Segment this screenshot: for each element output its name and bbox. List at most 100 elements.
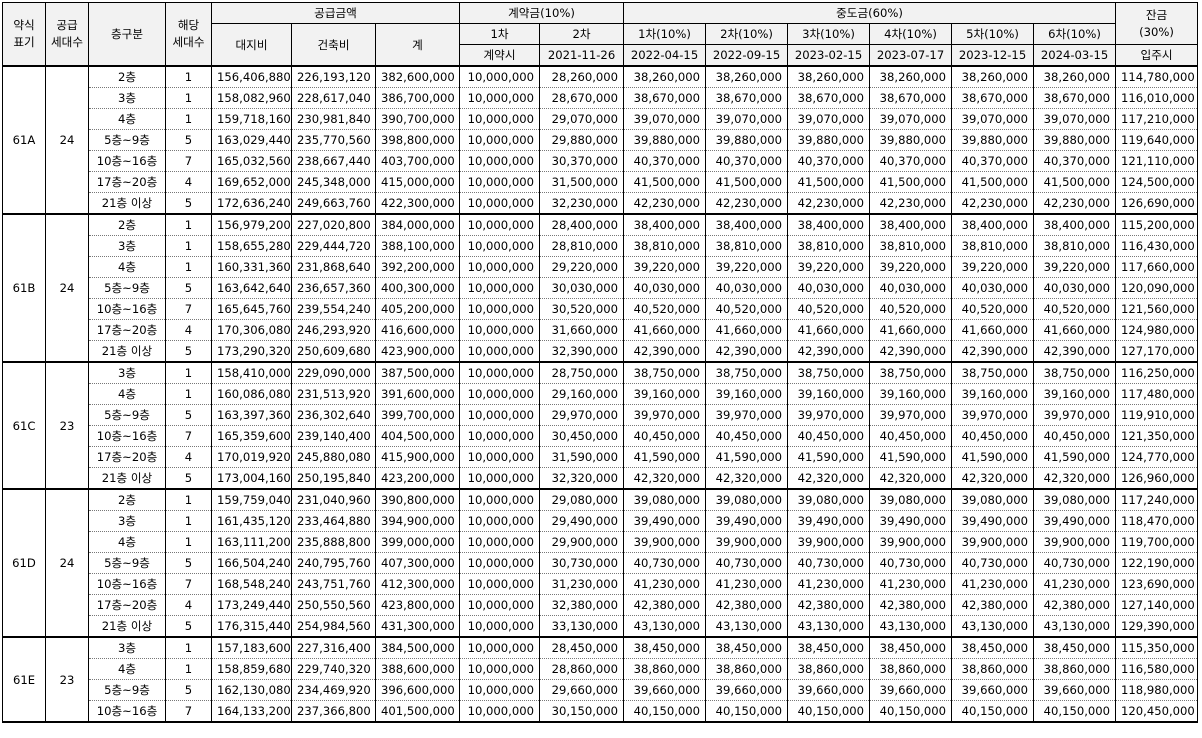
interim-4-cell: 38,670,000	[869, 87, 953, 109]
table-body: 61A 24 2층 1 156,406,880 226,193,120 382,600,00…	[2, 65, 1199, 723]
total-price-cell: 388,100,000	[375, 235, 460, 257]
deposit-2-cell: 30,730,000	[538, 552, 625, 574]
count-cell: 7	[165, 298, 212, 320]
table-row: 21층 이상 5 173,290,320 250,609,680 423,900,000…	[3, 340, 1199, 363]
header-supply-units-text: 공급 세대수	[51, 18, 83, 49]
balance-cell: 124,500,000	[1115, 171, 1199, 193]
interim-1-cell: 39,660,000	[623, 679, 707, 701]
deposit-1-cell: 10,000,000	[459, 552, 540, 574]
interim-2-cell: 39,490,000	[705, 510, 789, 532]
interim-6-cell: 39,660,000	[1033, 679, 1117, 701]
interim-2-cell: 42,380,000	[705, 594, 789, 616]
interim-4-cell: 40,730,000	[869, 552, 953, 574]
interim-6-cell: 38,860,000	[1033, 658, 1117, 680]
interim-6-cell: 39,970,000	[1033, 404, 1117, 426]
interim-3-cell: 39,880,000	[787, 129, 871, 151]
deposit-1-cell: 10,000,000	[459, 256, 540, 278]
total-price-cell: 390,700,000	[375, 108, 460, 130]
interim-4-cell: 39,880,000	[869, 129, 953, 151]
interim-4-cell: 39,660,000	[869, 679, 953, 701]
interim-2-cell: 38,670,000	[705, 87, 789, 109]
table-row: 10층~16층 7 164,133,200 237,366,800 401,500,00…	[3, 700, 1199, 723]
interim-4-cell: 41,660,000	[869, 319, 953, 341]
interim-2-cell: 42,390,000	[705, 340, 789, 363]
deposit-1-cell: 10,000,000	[459, 319, 540, 341]
interim-1-cell: 40,030,000	[623, 277, 707, 299]
interim-3-cell: 42,380,000	[787, 594, 871, 616]
balance-cell: 127,170,000	[1115, 340, 1199, 363]
balance-cell: 126,690,000	[1115, 192, 1199, 215]
deposit-1-cell: 10,000,000	[459, 700, 540, 723]
land-price-cell: 165,359,600	[211, 425, 292, 447]
interim-3-cell: 39,490,000	[787, 510, 871, 532]
interim-5-cell: 38,750,000	[951, 361, 1035, 384]
interim-2-cell: 43,130,000	[705, 615, 789, 638]
count-cell: 5	[165, 679, 212, 701]
interim-6-cell: 38,670,000	[1033, 87, 1117, 109]
interim-4-cell: 42,380,000	[869, 594, 953, 616]
deposit-2-cell: 30,450,000	[538, 425, 625, 447]
count-cell: 5	[165, 467, 212, 490]
total-price-cell: 423,900,000	[375, 340, 460, 363]
interim-3-cell: 39,900,000	[787, 531, 871, 553]
deposit-1-cell: 10,000,000	[459, 213, 540, 236]
total-price-cell: 407,300,000	[375, 552, 460, 574]
floor-cell: 5층~9층	[88, 679, 166, 701]
building-price-cell: 235,888,800	[291, 531, 376, 553]
interim-3-cell: 39,220,000	[787, 256, 871, 278]
header-type: 약식 표기	[2, 2, 46, 67]
count-cell: 1	[165, 658, 212, 680]
header-deposit-2: 2차	[538, 23, 625, 45]
floor-cell: 3층	[88, 235, 166, 257]
interim-3-cell: 38,260,000	[787, 65, 871, 88]
total-price-cell: 422,300,000	[375, 192, 460, 215]
floor-cell: 5층~9층	[88, 129, 166, 151]
interim-2-cell: 40,150,000	[705, 700, 789, 723]
interim-1-cell: 40,450,000	[623, 425, 707, 447]
deposit-2-cell: 28,750,000	[538, 361, 625, 384]
interim-3-cell: 40,520,000	[787, 298, 871, 320]
table-row: 21층 이상 5 173,004,160 250,195,840 423,200,000…	[3, 467, 1199, 490]
total-price-cell: 416,600,000	[375, 319, 460, 341]
interim-6-cell: 38,260,000	[1033, 65, 1117, 88]
deposit-1-cell: 10,000,000	[459, 277, 540, 299]
total-price-cell: 387,500,000	[375, 361, 460, 384]
interim-3-cell: 38,400,000	[787, 213, 871, 236]
interim-5-cell: 39,220,000	[951, 256, 1035, 278]
table-row: 10층~16층 7 165,032,560 238,667,440 403,700,00…	[3, 150, 1199, 172]
interim-5-cell: 40,450,000	[951, 425, 1035, 447]
building-price-cell: 235,770,560	[291, 129, 376, 151]
interim-3-cell: 41,230,000	[787, 573, 871, 595]
floor-cell: 17층~20층	[88, 171, 166, 193]
interim-4-cell: 39,160,000	[869, 383, 953, 405]
building-price-cell: 229,444,720	[291, 235, 376, 257]
count-cell: 1	[165, 87, 212, 109]
interim-1-cell: 42,380,000	[623, 594, 707, 616]
deposit-2-cell: 29,080,000	[538, 488, 625, 511]
table-row: 17층~20층 4 170,306,080 246,293,920 416,600,00…	[3, 319, 1199, 341]
floor-cell: 5층~9층	[88, 552, 166, 574]
interim-2-cell: 41,660,000	[705, 319, 789, 341]
land-price-cell: 173,004,160	[211, 467, 292, 490]
count-cell: 1	[165, 488, 212, 511]
interim-1-cell: 39,160,000	[623, 383, 707, 405]
count-cell: 4	[165, 171, 212, 193]
interim-4-cell: 41,590,000	[869, 446, 953, 468]
header-total: 계	[375, 23, 460, 67]
interim-5-cell: 39,970,000	[951, 404, 1035, 426]
interim-5-cell: 40,370,000	[951, 150, 1035, 172]
deposit-1-cell: 10,000,000	[459, 340, 540, 363]
building-price-cell: 250,609,680	[291, 340, 376, 363]
interim-2-cell: 41,230,000	[705, 573, 789, 595]
interim-5-cell: 40,150,000	[951, 700, 1035, 723]
interim-3-cell: 38,450,000	[787, 636, 871, 659]
total-price-cell: 412,300,000	[375, 573, 460, 595]
header-balance-text: 잔금 (30%)	[1139, 7, 1174, 39]
interim-3-cell: 40,450,000	[787, 425, 871, 447]
deposit-2-cell: 28,450,000	[538, 636, 625, 659]
floor-cell: 21층 이상	[88, 467, 166, 490]
interim-5-cell: 39,660,000	[951, 679, 1035, 701]
land-price-cell: 160,331,360	[211, 256, 292, 278]
floor-cell: 21층 이상	[88, 340, 166, 363]
header-interim-2: 2차(10%)	[705, 23, 789, 45]
